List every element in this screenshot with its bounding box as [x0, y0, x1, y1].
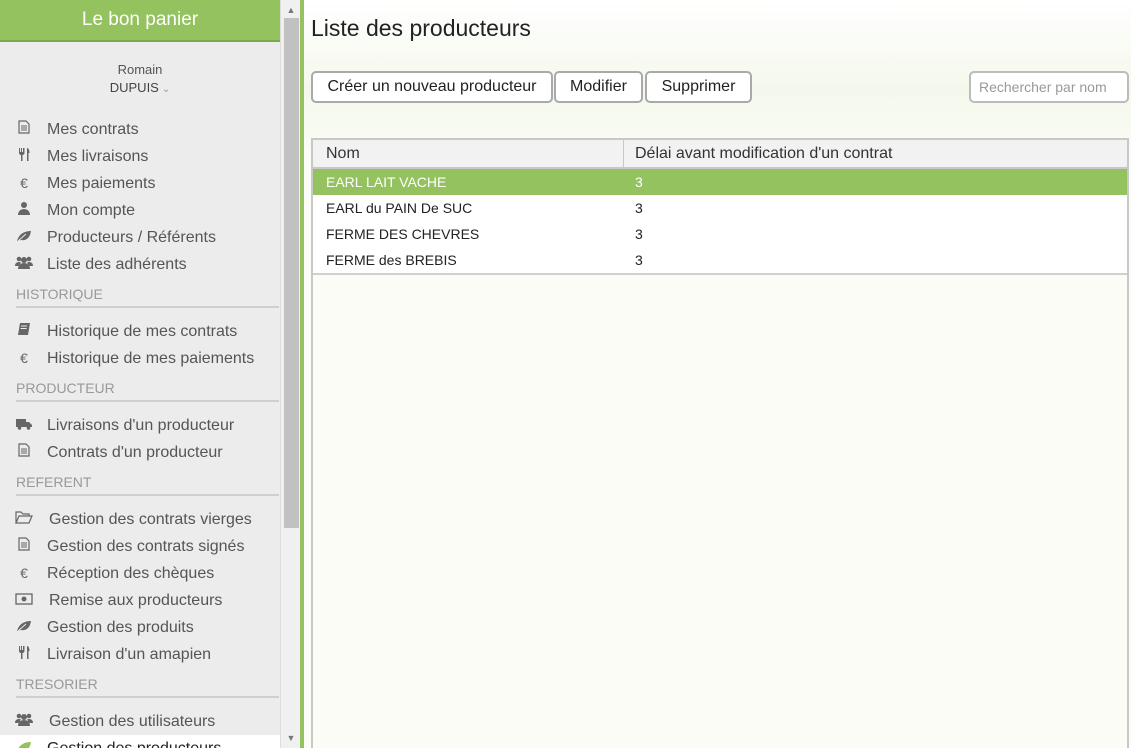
menu-item-label: Gestion des producteurs — [47, 735, 221, 748]
menu-item-mes-paiements[interactable]: € Mes paiements — [0, 170, 280, 197]
cell-delay: 3 — [635, 200, 643, 216]
table-row[interactable]: EARL LAIT VACHE 3 — [313, 169, 1127, 195]
column-header-delai[interactable]: Délai avant modification d'un contrat — [635, 145, 892, 163]
table-row[interactable]: FERME DES CHEVRES 3 — [313, 221, 1127, 247]
producers-table: Nom Délai avant modification d'un contra… — [311, 138, 1129, 748]
menu-item-livraisons-producteur[interactable]: Livraisons d'un producteur — [0, 412, 280, 439]
cell-delay: 3 — [635, 226, 643, 242]
cell-name: FERME DES CHEVRES — [326, 226, 480, 242]
column-header-nom[interactable]: Nom — [326, 145, 360, 163]
menu-item-remise-producteurs[interactable]: Remise aux producteurs — [0, 587, 280, 614]
menu-item-label: Gestion des contrats signés — [47, 538, 245, 555]
menu-item-liste-adherents[interactable]: Liste des adhérents — [0, 251, 280, 278]
menu-item-label: Mon compte — [47, 202, 136, 219]
main-content: Liste des producteurs Créer un nouveau p… — [304, 0, 1131, 748]
document-icon — [14, 439, 34, 466]
cell-name: EARL LAIT VACHE — [326, 174, 447, 190]
money-icon — [14, 587, 34, 614]
menu-item-livraison-amapien[interactable]: Livraison d'un amapien — [0, 641, 280, 668]
scrollbar-thumb[interactable] — [284, 18, 299, 528]
truck-icon — [14, 412, 34, 439]
menu-item-contrats-signes[interactable]: Gestion des contrats signés — [0, 533, 280, 560]
section-title-referent: REFERENT — [16, 474, 279, 496]
menu-item-producteurs-referents[interactable]: Producteurs / Référents — [0, 224, 280, 251]
table-row[interactable]: FERME des BREBIS 3 — [313, 247, 1127, 273]
menu-item-reception-cheques[interactable]: € Réception des chèques — [0, 560, 280, 587]
users-icon — [14, 251, 34, 278]
delete-button[interactable]: Supprimer — [645, 71, 752, 103]
cell-delay: 3 — [635, 174, 643, 190]
cutlery-icon — [14, 641, 34, 668]
menu-item-label: Historique de mes paiements — [47, 350, 255, 367]
menu-item-gestion-produits[interactable]: Gestion des produits — [0, 614, 280, 641]
euro-icon: € — [20, 565, 28, 581]
menu-item-label: Mes livraisons — [47, 148, 149, 165]
column-separator — [623, 140, 624, 167]
page-title: Liste des producteurs — [311, 15, 531, 41]
menu-item-label: Réception des chèques — [47, 565, 215, 582]
leaf-icon — [14, 614, 34, 641]
table-row[interactable]: EARL du PAIN De SUC 3 — [313, 195, 1127, 221]
document-icon — [14, 116, 34, 143]
menu-item-label: Remise aux producteurs — [49, 592, 223, 609]
cell-name: FERME des BREBIS — [326, 252, 457, 268]
user-first-name: Romain — [117, 62, 163, 77]
euro-icon: € — [20, 175, 28, 191]
menu-item-gestion-producteurs[interactable]: Gestion des producteurs — [0, 735, 280, 748]
menu-item-label: Historique de mes contrats — [47, 323, 238, 340]
document-icon — [14, 533, 34, 560]
menu-item-contrats-producteur[interactable]: Contrats d'un producteur — [0, 439, 280, 466]
rows-divider — [313, 273, 1127, 275]
users-icon — [14, 708, 34, 735]
menu-item-label: Mes contrats — [47, 121, 139, 138]
section-title-producteur: PRODUCTEUR — [16, 380, 279, 402]
menu-item-label: Gestion des utilisateurs — [49, 713, 216, 730]
menu-item-mes-contrats[interactable]: Mes contrats — [0, 116, 280, 143]
search-input[interactable] — [969, 71, 1129, 103]
book-icon — [14, 318, 34, 345]
leaf-icon — [14, 224, 34, 251]
menu-item-label: Gestion des contrats vierges — [49, 511, 252, 528]
folder-open-icon — [14, 506, 34, 533]
modify-button[interactable]: Modifier — [554, 71, 643, 103]
section-title-tresorier: TRESORIER — [16, 676, 279, 698]
cell-delay: 3 — [635, 252, 643, 268]
leaf-icon — [14, 735, 34, 748]
sidebar-scrollbar[interactable]: ▲ ▼ — [280, 0, 300, 748]
menu-item-contrats-vierges[interactable]: Gestion des contrats vierges — [0, 506, 280, 533]
user-icon — [14, 197, 34, 224]
menu-item-label: Producteurs / Référents — [47, 229, 216, 246]
scroll-down-arrow-icon[interactable]: ▼ — [281, 730, 301, 746]
cell-name: EARL du PAIN De SUC — [326, 200, 473, 216]
sidebar: Le bon panier Romain DUPUIS ⌄ Mes contrat… — [0, 0, 280, 748]
menu-item-label: Livraison d'un amapien — [47, 646, 212, 663]
menu-item-label: Liste des adhérents — [47, 256, 187, 273]
menu-item-mes-livraisons[interactable]: Mes livraisons — [0, 143, 280, 170]
menu-item-mon-compte[interactable]: Mon compte — [0, 197, 280, 224]
menu-item-gestion-utilisateurs[interactable]: Gestion des utilisateurs — [0, 708, 280, 735]
user-last-name: DUPUIS — [109, 80, 159, 95]
menu-item-label: Contrats d'un producteur — [47, 444, 223, 461]
chevron-down-icon: ⌄ — [161, 84, 171, 95]
cutlery-icon — [14, 143, 34, 170]
menu-item-label: Gestion des produits — [47, 619, 194, 636]
user-menu-toggle[interactable]: DUPUIS ⌄ — [0, 78, 280, 100]
menu-item-historique-contrats[interactable]: Historique de mes contrats — [0, 318, 280, 345]
table-header: Nom Délai avant modification d'un contra… — [313, 140, 1127, 169]
menu-item-historique-paiements[interactable]: € Historique de mes paiements — [0, 345, 280, 372]
scroll-up-arrow-icon[interactable]: ▲ — [281, 2, 301, 18]
euro-icon: € — [20, 350, 28, 366]
menu-item-label: Livraisons d'un producteur — [47, 417, 235, 434]
menu-item-label: Mes paiements — [47, 175, 156, 192]
create-producer-button[interactable]: Créer un nouveau producteur — [311, 71, 553, 103]
section-title-historique: HISTORIQUE — [16, 286, 279, 308]
app-title: Le bon panier — [0, 0, 280, 42]
